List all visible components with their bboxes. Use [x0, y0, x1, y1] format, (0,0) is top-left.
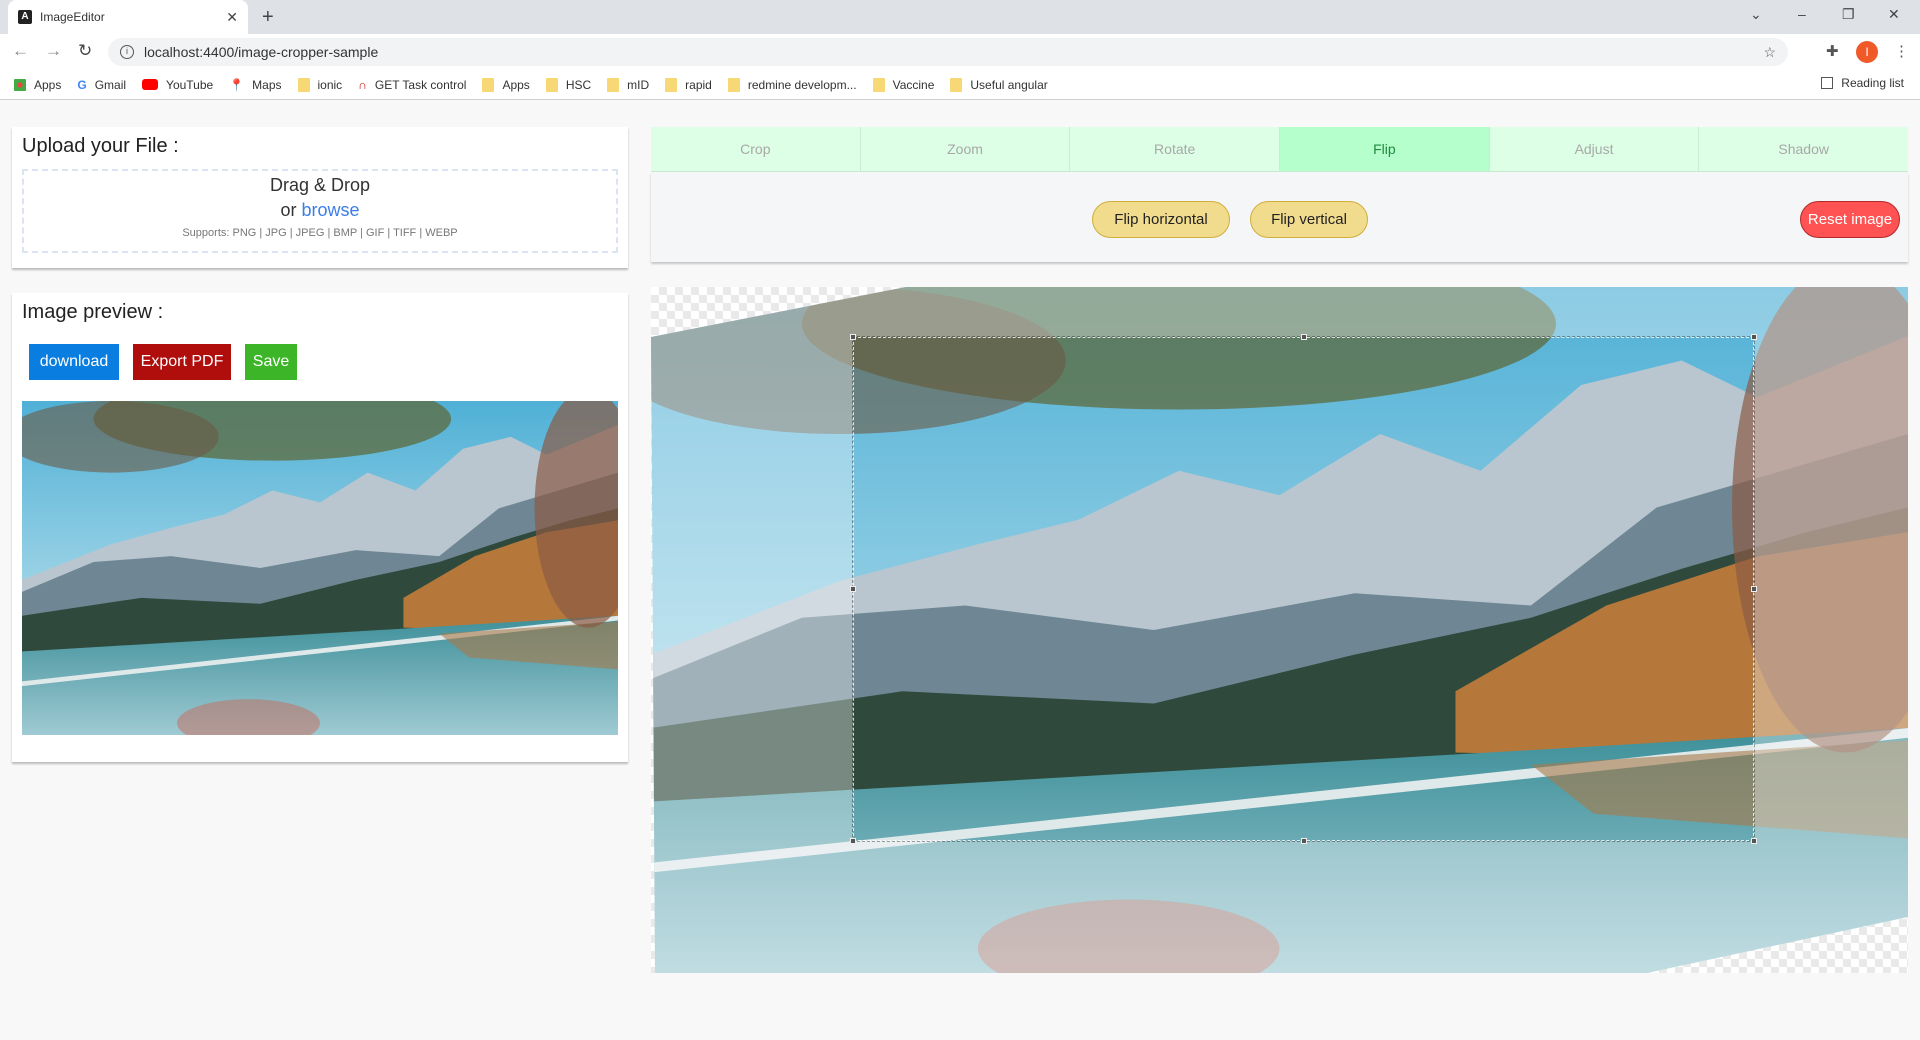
- bookmark-label: GET Task control: [374, 77, 467, 92]
- bookmark-apps-folder[interactable]: Apps: [482, 77, 530, 92]
- bookmark-useful-angular[interactable]: Useful angular: [950, 77, 1048, 92]
- star-icon[interactable]: ☆: [1763, 44, 1776, 61]
- browse-link[interactable]: browse: [302, 200, 360, 220]
- reload-icon[interactable]: ↻: [78, 41, 92, 61]
- drop-zone[interactable]: Drag & Drop or browse Supports: PNG | JP…: [22, 169, 618, 253]
- flip-controls: Flip horizontal Flip vertical Reset imag…: [651, 172, 1908, 262]
- export-pdf-button[interactable]: Export PDF: [133, 344, 231, 380]
- address-bar[interactable]: i localhost:4400/image-cropper-sample ☆: [108, 38, 1788, 66]
- flip-horizontal-button[interactable]: Flip horizontal: [1092, 201, 1230, 238]
- maps-pin-icon: 📍: [229, 77, 245, 92]
- tab-adjust[interactable]: Adjust: [1490, 127, 1700, 171]
- folder-icon: [727, 77, 740, 92]
- or-text: or: [280, 200, 297, 220]
- supported-formats: Supports: PNG | JPG | JPEG | BMP | GIF |…: [182, 227, 458, 239]
- reading-list-button[interactable]: Reading list: [1821, 76, 1904, 90]
- bookmark-label: Apps: [34, 77, 62, 92]
- bookmark-label: HSC: [565, 77, 592, 92]
- close-tab-icon[interactable]: ✕: [226, 9, 238, 26]
- tab-search-icon[interactable]: ⌄: [1750, 6, 1762, 23]
- browser-tab-strip: [0, 0, 1920, 34]
- folder-icon: [607, 77, 620, 92]
- crop-handle-top[interactable]: [1300, 334, 1307, 340]
- folder-icon: [665, 77, 678, 92]
- forward-icon[interactable]: →: [45, 41, 62, 61]
- crop-area[interactable]: [850, 334, 1757, 844]
- bookmark-label: Apps: [502, 77, 530, 92]
- tab-shadow[interactable]: Shadow: [1699, 127, 1908, 171]
- bookmark-label: Useful angular: [970, 77, 1048, 92]
- profile-avatar[interactable]: I: [1856, 41, 1878, 63]
- save-button[interactable]: Save: [245, 344, 297, 380]
- folder-icon: [950, 77, 963, 92]
- google-icon: G: [77, 77, 87, 92]
- new-tab-button[interactable]: +: [262, 6, 274, 29]
- reset-image-button[interactable]: Reset image: [1800, 201, 1900, 238]
- preview-image: [22, 401, 618, 735]
- extensions-icon[interactable]: ✚: [1826, 42, 1839, 60]
- preview-card: Image preview : download Export PDF Save: [12, 293, 628, 762]
- crop-handle-left[interactable]: [850, 586, 856, 592]
- crop-handle-top-right[interactable]: [1751, 334, 1757, 340]
- bookmark-apps[interactable]: Apps: [14, 78, 61, 92]
- bookmark-hsc[interactable]: HSC: [545, 77, 592, 92]
- tab-crop[interactable]: Crop: [651, 127, 861, 171]
- youtube-icon: [142, 79, 159, 90]
- minimize-button[interactable]: –: [1798, 6, 1806, 22]
- reading-list-label: Reading list: [1841, 76, 1904, 90]
- bookmark-ionic[interactable]: ionic: [297, 77, 343, 92]
- browser-tab[interactable]: A ImageEditor ✕: [8, 0, 248, 34]
- upload-card: Upload your File : Drag & Drop or browse…: [12, 127, 628, 268]
- preview-title: Image preview :: [22, 301, 164, 323]
- folder-icon: [872, 77, 885, 92]
- task-control-icon: ∩: [358, 77, 367, 92]
- folder-icon: [297, 77, 310, 92]
- tab-title: ImageEditor: [40, 10, 105, 24]
- bookmark-mid[interactable]: mID: [607, 77, 650, 92]
- apps-grid-icon: [14, 78, 26, 91]
- reading-list-icon: [1821, 77, 1834, 89]
- folder-icon: [545, 77, 558, 92]
- flip-vertical-button[interactable]: Flip vertical: [1250, 201, 1368, 238]
- angular-icon: A: [18, 10, 32, 24]
- upload-title: Upload your File :: [22, 135, 179, 157]
- bookmark-label: YouTube: [166, 77, 214, 92]
- bookmark-label: Maps: [252, 77, 282, 92]
- crop-handle-right[interactable]: [1751, 586, 1757, 592]
- editor-tabs: Crop Zoom Rotate Flip Adjust Shadow: [651, 127, 1908, 172]
- maximize-button[interactable]: ❐: [1842, 6, 1855, 23]
- back-icon[interactable]: ←: [12, 41, 29, 61]
- close-window-button[interactable]: ✕: [1888, 6, 1900, 23]
- bookmark-vaccine[interactable]: Vaccine: [872, 77, 935, 92]
- bookmark-label: rapid: [685, 77, 712, 92]
- bookmark-maps[interactable]: 📍 Maps: [229, 78, 281, 92]
- bookmark-get-task-control[interactable]: ∩ GET Task control: [358, 78, 466, 92]
- bookmark-redmine[interactable]: redmine developm...: [727, 77, 857, 92]
- bookmark-label: ionic: [317, 77, 343, 92]
- crop-handle-bottom-right[interactable]: [1751, 838, 1757, 844]
- bookmark-label: Vaccine: [892, 77, 935, 92]
- bookmark-youtube[interactable]: YouTube: [142, 78, 213, 92]
- crop-handle-top-left[interactable]: [850, 334, 856, 340]
- tab-flip[interactable]: Flip: [1280, 127, 1490, 171]
- bookmark-label: Gmail: [94, 77, 127, 92]
- info-icon[interactable]: i: [120, 45, 134, 59]
- bookmark-rapid[interactable]: rapid: [665, 77, 712, 92]
- tab-zoom[interactable]: Zoom: [861, 127, 1071, 171]
- folder-icon: [482, 77, 495, 92]
- bookmark-gmail[interactable]: G Gmail: [77, 78, 126, 92]
- bookmark-label: mID: [627, 77, 650, 92]
- bookmark-label: redmine developm...: [747, 77, 857, 92]
- crop-handle-bottom-left[interactable]: [850, 838, 856, 844]
- image-cropper-canvas[interactable]: [651, 287, 1908, 973]
- tab-rotate[interactable]: Rotate: [1070, 127, 1281, 171]
- menu-icon[interactable]: ⋮: [1894, 42, 1909, 60]
- crop-handle-bottom[interactable]: [1300, 838, 1307, 844]
- download-button[interactable]: download: [29, 344, 119, 380]
- bookmarks-bar: Apps G Gmail YouTube 📍 Maps ionic ∩ GET Tas…: [0, 70, 1920, 100]
- drag-drop-text: Drag & Drop: [269, 175, 371, 195]
- url-text: localhost:4400/image-cropper-sample: [144, 44, 379, 60]
